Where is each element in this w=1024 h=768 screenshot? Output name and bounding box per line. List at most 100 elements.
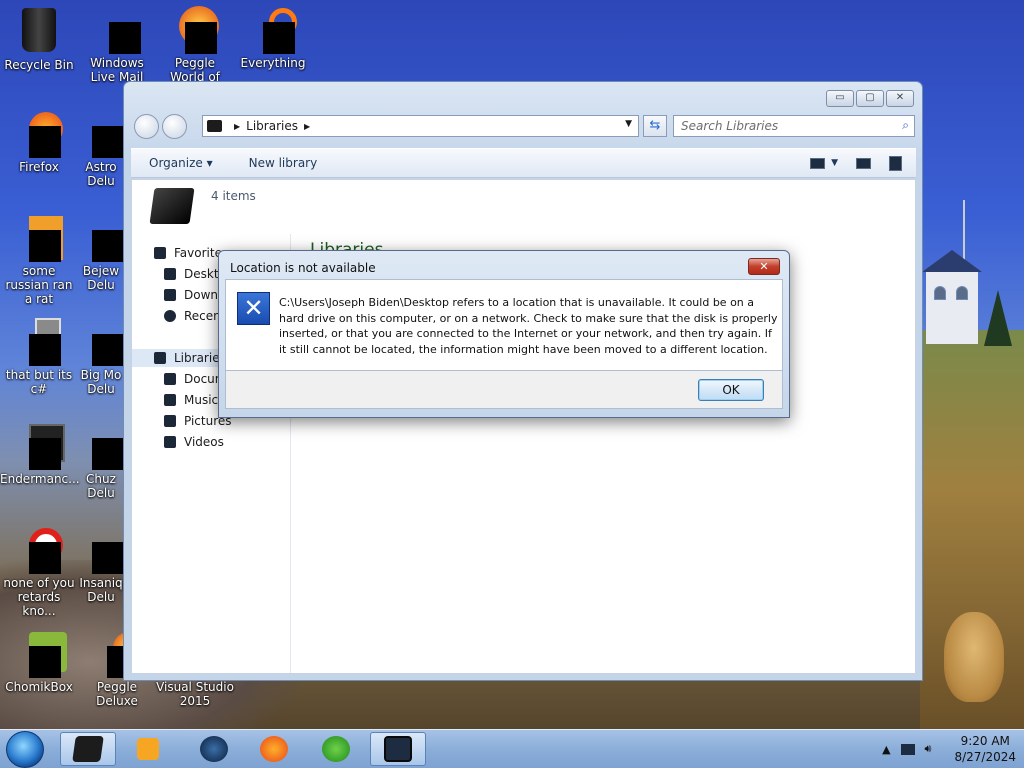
error-icon: ✕ xyxy=(237,292,270,325)
nav-videos[interactable]: Videos xyxy=(164,433,224,451)
dialog-footer: OK xyxy=(225,371,783,409)
firefox-icon xyxy=(15,110,63,158)
search-icon[interactable]: ⌕ xyxy=(902,118,909,133)
desktop-icon-windows-live-mail[interactable]: Windows Live Mail xyxy=(78,6,156,84)
desktop-icon xyxy=(164,268,176,280)
desktop-icon-astro-deluxe[interactable]: Astro Delu xyxy=(78,110,124,188)
app-icon xyxy=(15,422,65,470)
taskbar: ▲ 🔊︎ 9:20 AM 8/27/2024 xyxy=(0,729,1024,768)
chomikbox-icon xyxy=(15,630,67,678)
network-icon[interactable] xyxy=(900,743,915,755)
taskbar-explorer[interactable] xyxy=(60,732,116,766)
close-button[interactable]: ✕ xyxy=(886,90,914,107)
libraries-icon xyxy=(207,120,222,132)
taskbar-firefox[interactable] xyxy=(246,732,302,766)
desktop-icon-endermanch[interactable]: Endermanc... xyxy=(0,422,80,486)
stack-icon xyxy=(15,318,63,366)
show-hidden-icons-icon[interactable]: ▲ xyxy=(882,743,890,756)
breadcrumb-arrow-icon[interactable]: ▶ xyxy=(304,122,310,131)
game-icon xyxy=(78,110,124,158)
new-library-button[interactable]: New library xyxy=(231,156,336,170)
download-manager-icon xyxy=(322,736,350,762)
recent-places-icon xyxy=(164,310,176,322)
desktop-icon-everything[interactable]: Everything xyxy=(234,6,312,70)
chevron-down-icon[interactable]: ▼ xyxy=(831,158,838,168)
libraries-icon xyxy=(154,352,166,364)
minimize-button[interactable]: ▭ xyxy=(826,90,854,107)
desktop-icon-bejeweled-deluxe[interactable]: Bejew Delu xyxy=(78,214,124,292)
volume-icon[interactable]: 🔊︎ xyxy=(925,742,932,756)
game-icon xyxy=(78,318,124,366)
desktop-icon-recycle-bin[interactable]: Recycle Bin xyxy=(0,6,78,72)
everything-icon xyxy=(249,6,297,54)
taskbar-media-player[interactable] xyxy=(120,732,176,766)
dialog-body: ✕ C:\Users\Joseph Biden\Desktop refers t… xyxy=(225,279,783,371)
address-bar[interactable]: ▶ Libraries ▶ ▼ xyxy=(202,115,639,137)
app-window-icon xyxy=(384,736,412,762)
clock[interactable]: 9:20 AM 8/27/2024 xyxy=(954,733,1016,765)
ok-button[interactable]: OK xyxy=(698,379,764,401)
clock-time: 9:20 AM xyxy=(960,734,1010,748)
taskbar-browser[interactable] xyxy=(186,732,242,766)
maximize-button[interactable]: ▢ xyxy=(856,90,884,107)
documents-icon xyxy=(164,373,176,385)
mail-icon xyxy=(93,6,141,54)
wallpaper-house xyxy=(922,250,982,345)
desktop-icon-that-but-csharp[interactable]: that but its c# xyxy=(0,318,78,396)
game-icon xyxy=(78,214,124,262)
desktop-hamster-mascot xyxy=(944,612,1004,702)
start-button[interactable] xyxy=(6,731,44,768)
preview-pane-icon[interactable] xyxy=(856,157,871,169)
desktop-icon-chuzzle-deluxe[interactable]: Chuz Delu xyxy=(78,422,124,500)
videos-icon xyxy=(164,436,176,448)
location-error-dialog: Location is not available ✕ ✕ C:\Users\J… xyxy=(218,250,790,418)
help-icon[interactable] xyxy=(889,155,902,171)
window-controls: ▭ ▢ ✕ xyxy=(826,90,914,107)
dialog-message: C:\Users\Joseph Biden\Desktop refers to … xyxy=(279,296,778,356)
back-button[interactable] xyxy=(134,114,159,139)
desktop-icon-peggle-wow[interactable]: Peggle World of Warcraft xyxy=(156,6,234,84)
pictures-icon xyxy=(164,415,176,427)
peggle-icon xyxy=(171,6,219,54)
system-tray: ▲ 🔊︎ 9:20 AM 8/27/2024 xyxy=(877,732,1016,766)
view-options-icon[interactable] xyxy=(810,157,826,169)
nav-music[interactable]: Music xyxy=(164,391,218,409)
globe-icon xyxy=(200,736,228,762)
downloads-icon xyxy=(164,289,176,301)
libraries-large-icon xyxy=(149,188,195,224)
game-icon xyxy=(78,526,124,574)
nav-desktop[interactable]: Deskto xyxy=(164,265,226,283)
chevron-down-icon[interactable]: ▼ xyxy=(625,119,632,129)
search-input[interactable]: Search Libraries ⌕ xyxy=(673,115,915,137)
taskbar-app-window[interactable] xyxy=(370,732,426,766)
dialog-title: Location is not available xyxy=(230,261,376,275)
breadcrumb-arrow-icon[interactable]: ▶ xyxy=(234,122,240,131)
star-icon xyxy=(154,247,166,259)
desktop-icon-firefox[interactable]: Firefox xyxy=(0,110,78,174)
wallpaper-tree xyxy=(984,290,1012,346)
clock-date: 8/27/2024 xyxy=(954,750,1016,764)
item-count: 4 items xyxy=(211,189,256,203)
desktop-icon-chomikbox[interactable]: ChomikBox xyxy=(0,630,78,694)
forward-button[interactable] xyxy=(162,114,187,139)
media-player-icon xyxy=(137,738,159,760)
music-icon xyxy=(164,394,176,406)
refresh-button[interactable]: ⇆ xyxy=(643,115,667,137)
taskbar-downloader[interactable] xyxy=(308,732,364,766)
dialog-close-button[interactable]: ✕ xyxy=(748,258,780,275)
desktop-icon-russian-rat[interactable]: some russian ran a rat xyxy=(0,214,78,306)
game-icon xyxy=(78,422,124,470)
opera-icon xyxy=(15,526,63,574)
libraries-icon xyxy=(72,736,104,762)
breadcrumb-libraries[interactable]: Libraries xyxy=(246,119,298,133)
desktop-icon-big-money-deluxe[interactable]: Big Mo Delu xyxy=(78,318,124,396)
firefox-icon xyxy=(260,736,288,762)
desktop-icon-none-of-you[interactable]: none of you retards kno... xyxy=(0,526,78,618)
desktop-icon-insaniquarium-deluxe[interactable]: Insaniq Delu xyxy=(78,526,124,604)
organize-button[interactable]: Organize ▾ xyxy=(131,156,231,170)
details-header: 4 items xyxy=(132,180,915,232)
app-icon xyxy=(15,214,63,262)
command-bar: Organize ▾ New library ▼ xyxy=(131,148,916,178)
nav-recent[interactable]: Recent xyxy=(164,307,225,325)
recycle-bin-icon xyxy=(15,8,63,56)
